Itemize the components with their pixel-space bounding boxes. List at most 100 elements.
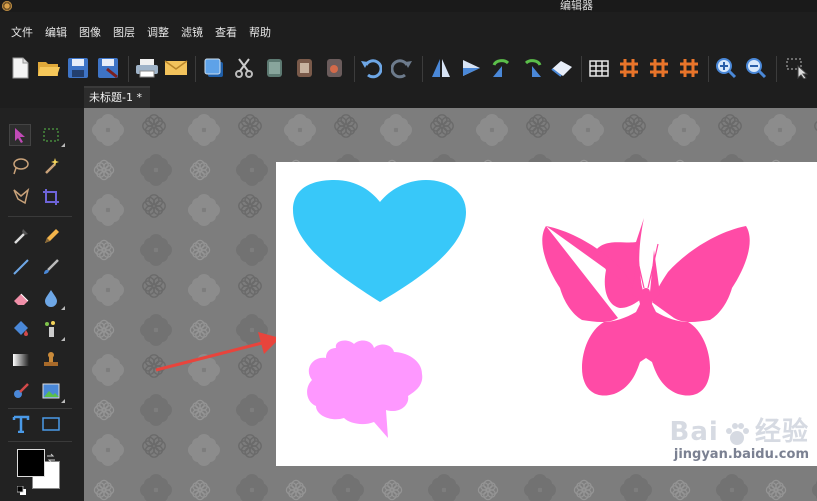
toolbar — [0, 50, 817, 86]
new-file-button[interactable] — [7, 55, 33, 81]
rotate-right-button[interactable] — [519, 55, 545, 81]
layers-button[interactable] — [201, 55, 227, 81]
eraser-icon — [14, 293, 29, 305]
copy-icon — [267, 59, 282, 77]
speech-bubble-shape[interactable] — [307, 340, 423, 438]
menu-image[interactable]: 图像 — [73, 22, 107, 44]
pencil-tool[interactable] — [40, 225, 62, 247]
grid-hash-3-button[interactable] — [676, 55, 702, 81]
toolbar-separator — [354, 56, 355, 82]
tab-untitled-1[interactable]: 未标题-1 * — [84, 86, 150, 108]
color-replace-icon — [14, 383, 29, 398]
tool-separator — [8, 216, 72, 217]
paw-icon — [724, 422, 750, 448]
marquee-tool[interactable] — [40, 124, 65, 147]
grid-hash-2-button[interactable] — [646, 55, 672, 81]
polygon-lasso-tool[interactable] — [10, 186, 32, 208]
line-tool[interactable] — [10, 256, 32, 278]
menu-file[interactable]: 文件 — [0, 22, 39, 44]
rotate-right-icon — [524, 59, 542, 77]
eyedropper-tool[interactable] — [10, 225, 32, 247]
undo-icon — [361, 59, 382, 79]
gradient-tool[interactable] — [10, 349, 32, 371]
brush-tool[interactable] — [40, 256, 62, 278]
redo-button[interactable] — [389, 55, 415, 81]
cut-button[interactable] — [231, 55, 257, 81]
pointer-tool[interactable] — [9, 124, 31, 146]
toolbar-separator — [128, 56, 129, 82]
water-drop-icon — [45, 290, 57, 307]
flip-vertical-button[interactable] — [458, 55, 484, 81]
paste-icon — [297, 59, 312, 77]
zoom-out-button[interactable] — [743, 55, 769, 81]
polygon-lasso-icon — [13, 188, 30, 205]
menu-layer[interactable]: 图层 — [107, 22, 141, 44]
rotate-left-icon — [492, 59, 510, 77]
save-as-button[interactable] — [95, 55, 121, 81]
default-colors-icon[interactable] — [16, 480, 26, 495]
foreground-color-swatch[interactable] — [17, 449, 45, 477]
canvas-workspace[interactable]: Bai 经验 jingyan.baidu.com — [84, 108, 817, 501]
menu-edit[interactable]: 编辑 — [39, 22, 73, 44]
zoom-in-button[interactable] — [713, 55, 739, 81]
eraser-tool[interactable] — [10, 287, 32, 309]
watermark-brand: Bai — [669, 416, 719, 447]
rectangle-tool[interactable] — [40, 413, 62, 435]
line-icon — [13, 259, 29, 275]
grid-button[interactable] — [586, 55, 612, 81]
watermark-url: jingyan.baidu.com — [673, 447, 809, 462]
grid-hash-button[interactable] — [616, 55, 642, 81]
image-tool[interactable] — [40, 380, 65, 403]
tool-group-indicator — [61, 399, 65, 403]
magic-wand-tool[interactable] — [40, 155, 62, 177]
tool-separator — [8, 408, 72, 409]
flip-horizontal-icon — [432, 59, 450, 77]
toolbar-separator — [422, 56, 423, 82]
stamp-tool[interactable] — [40, 349, 62, 371]
lasso-tool[interactable] — [10, 155, 32, 177]
crop-tool[interactable] — [40, 186, 62, 208]
envelope-icon — [164, 60, 188, 75]
cursor-select-icon — [786, 58, 809, 79]
redo-icon — [391, 59, 412, 79]
spray-tool[interactable] — [40, 318, 65, 341]
zoom-out-icon — [746, 58, 767, 79]
scissors-icon — [235, 58, 253, 78]
select-tool-button[interactable] — [784, 55, 810, 81]
flip-vertical-icon — [463, 60, 480, 76]
text-icon — [12, 415, 30, 433]
undo-button[interactable] — [358, 55, 384, 81]
menu-view[interactable]: 查看 — [209, 22, 243, 44]
save-button[interactable] — [65, 55, 91, 81]
print-button[interactable] — [134, 55, 160, 81]
flip-horizontal-button[interactable] — [428, 55, 454, 81]
paste-button[interactable] — [291, 55, 317, 81]
marquee-icon — [43, 128, 59, 142]
copy-button[interactable] — [261, 55, 287, 81]
delete-button[interactable] — [321, 55, 347, 81]
folder-icon — [38, 62, 60, 76]
paint-bucket-icon — [14, 321, 28, 336]
color-replace-tool[interactable] — [10, 380, 32, 402]
baidu-watermark: Bai 经验 — [670, 411, 809, 449]
brush-icon — [44, 259, 59, 274]
layers-icon — [204, 58, 223, 77]
blur-tool[interactable] — [40, 287, 65, 310]
paint-bucket-tool[interactable] — [10, 318, 32, 340]
rotate-left-button[interactable] — [489, 55, 515, 81]
document-canvas[interactable]: Bai 经验 jingyan.baidu.com — [276, 162, 817, 466]
magic-wand-icon — [45, 158, 59, 174]
menu-help[interactable]: 帮助 — [243, 22, 277, 44]
transform-button[interactable] — [549, 55, 575, 81]
text-tool[interactable] — [10, 413, 32, 435]
butterfly-shape[interactable] — [542, 218, 750, 396]
open-button[interactable] — [36, 55, 62, 81]
heart-shape[interactable] — [293, 180, 466, 302]
swap-colors-icon[interactable] — [46, 448, 56, 463]
menu-adjust[interactable]: 调整 — [141, 22, 175, 44]
zoom-in-icon — [716, 58, 737, 79]
email-button[interactable] — [163, 55, 189, 81]
image-icon — [42, 383, 60, 399]
hash-icon — [650, 59, 668, 77]
menu-filter[interactable]: 滤镜 — [175, 22, 209, 44]
